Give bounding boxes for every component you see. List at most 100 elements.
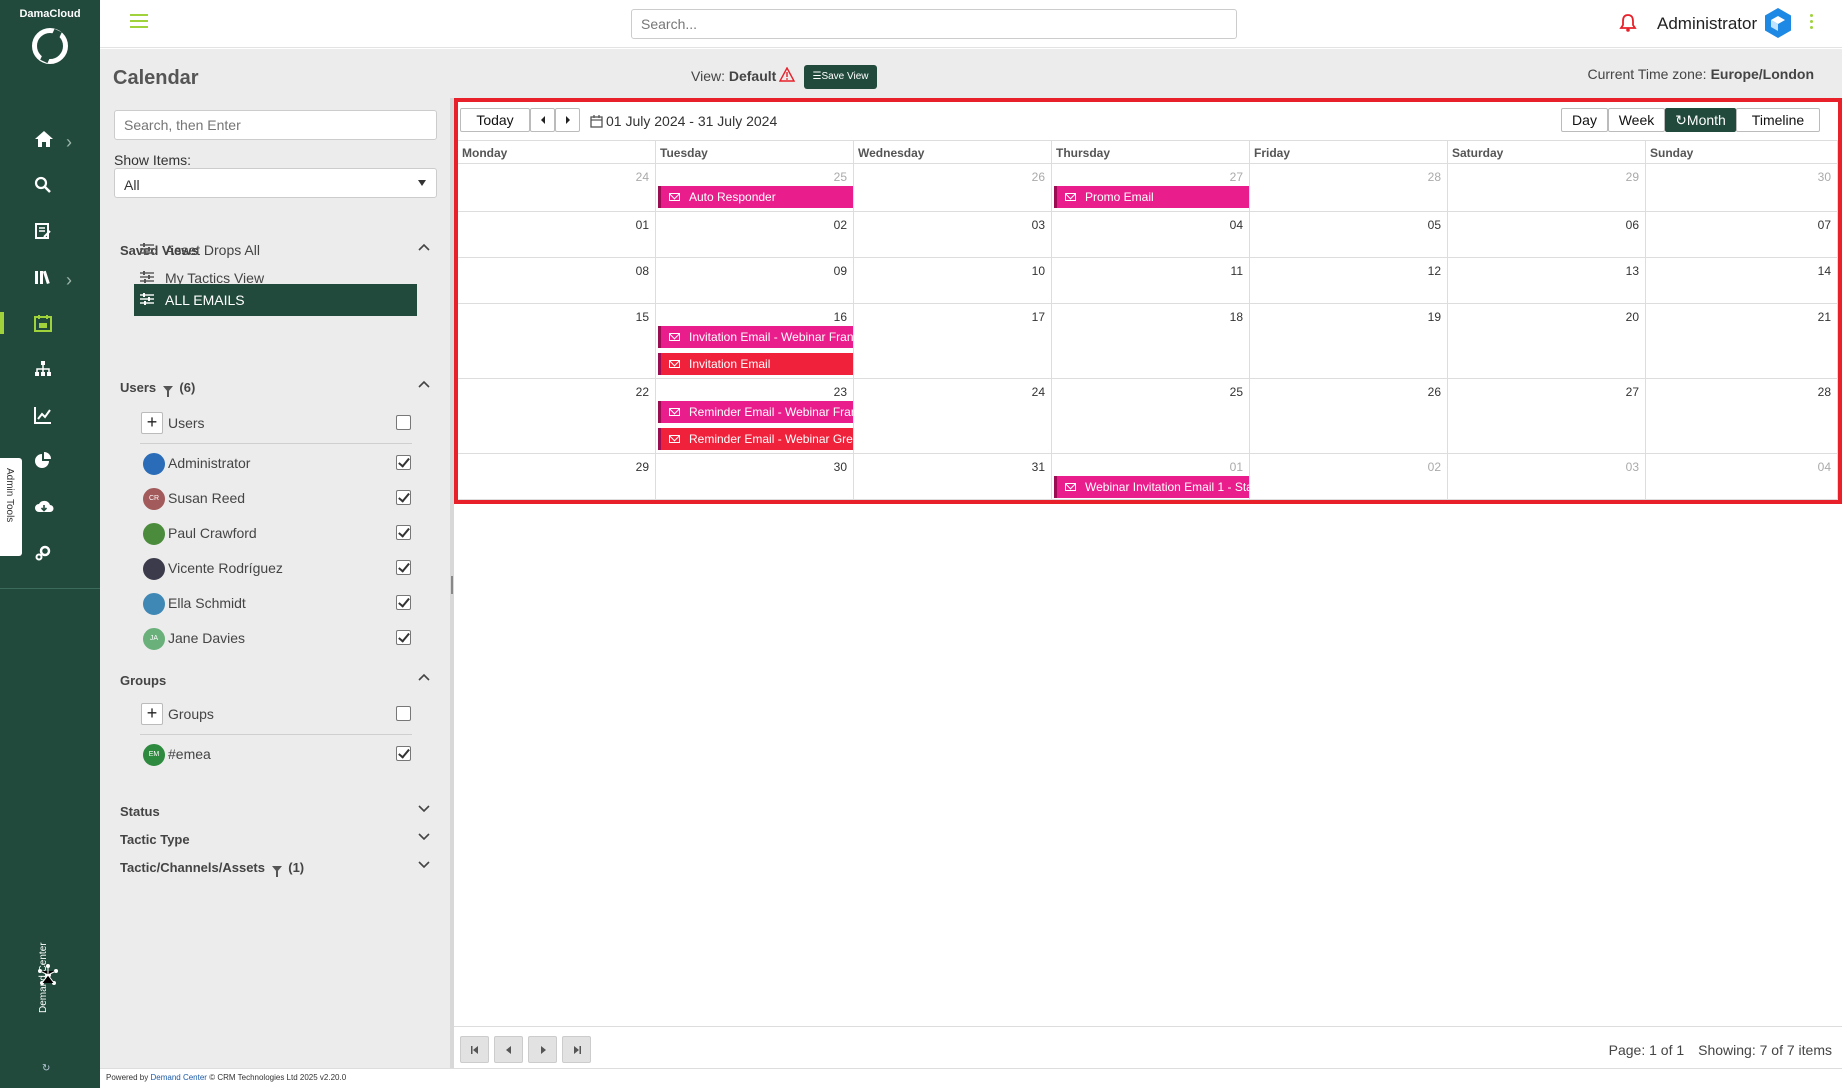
day-number[interactable]: 26: [1032, 170, 1045, 184]
day-number[interactable]: 20: [1626, 310, 1639, 324]
day-cell[interactable]: 20: [1448, 304, 1646, 379]
nav-home[interactable]: ›: [0, 120, 100, 160]
tactic-channels-heading[interactable]: Tactic/Channels/Assets (1): [120, 860, 304, 877]
day-cell[interactable]: 30: [656, 454, 854, 500]
member-checkbox[interactable]: [396, 455, 411, 470]
calendar-event[interactable]: Auto Responder: [658, 186, 853, 208]
day-number[interactable]: 24: [1032, 385, 1045, 399]
day-number[interactable]: 25: [1230, 385, 1243, 399]
date-range[interactable]: 01 July 2024 - 31 July 2024: [590, 113, 777, 129]
day-number[interactable]: 02: [834, 218, 847, 232]
day-cell[interactable]: 24: [854, 379, 1052, 454]
day-cell[interactable]: 25: [1052, 379, 1250, 454]
day-number[interactable]: 21: [1818, 310, 1831, 324]
day-number[interactable]: 01: [636, 218, 649, 232]
view-day-button[interactable]: Day: [1561, 108, 1608, 132]
day-number[interactable]: 07: [1818, 218, 1831, 232]
day-number[interactable]: 18: [1230, 310, 1243, 324]
calendar-event[interactable]: Webinar Invitation Email 1 - Stage: [1054, 476, 1249, 498]
day-number[interactable]: 11: [1231, 264, 1243, 278]
day-number[interactable]: 04: [1230, 218, 1243, 232]
member-row[interactable]: EM #emea: [140, 739, 412, 771]
day-number[interactable]: 30: [1818, 170, 1831, 184]
global-search-input[interactable]: [631, 9, 1237, 39]
groups-select-all-checkbox[interactable]: [396, 706, 411, 721]
day-number[interactable]: 26: [1428, 385, 1441, 399]
day-cell[interactable]: 09: [656, 258, 854, 304]
day-cell[interactable]: 12: [1250, 258, 1448, 304]
user-name[interactable]: Administrator: [1657, 14, 1757, 34]
calendar-event[interactable]: Invitation Email - Webinar France: [658, 326, 853, 348]
chevron-down-icon[interactable]: [418, 859, 430, 871]
day-number[interactable]: 24: [636, 170, 649, 184]
chevron-up-icon[interactable]: [418, 671, 430, 683]
member-row[interactable]: Administrator: [140, 448, 412, 480]
users-select-all-checkbox[interactable]: [396, 415, 411, 430]
day-number[interactable]: 03: [1626, 460, 1639, 474]
day-number[interactable]: 23: [834, 385, 847, 399]
nav-org[interactable]: [0, 350, 100, 390]
day-number[interactable]: 09: [834, 264, 847, 278]
day-cell[interactable]: 01: [458, 212, 656, 258]
chevron-up-icon[interactable]: [418, 378, 430, 390]
day-cell[interactable]: 05: [1250, 212, 1448, 258]
day-cell[interactable]: 28: [1646, 379, 1838, 454]
day-number[interactable]: 27: [1626, 385, 1639, 399]
refresh-icon[interactable]: ↻: [42, 1063, 50, 1074]
day-number[interactable]: 31: [1032, 460, 1045, 474]
day-number[interactable]: 08: [636, 264, 649, 278]
view-week-button[interactable]: Week: [1608, 108, 1665, 132]
day-number[interactable]: 13: [1626, 264, 1639, 278]
hamburger-menu-icon[interactable]: [130, 14, 148, 30]
day-cell[interactable]: 30: [1646, 164, 1838, 212]
groups-heading[interactable]: Groups: [120, 673, 166, 688]
member-row[interactable]: Paul Crawford: [140, 518, 412, 550]
view-month-button[interactable]: ↻Month: [1665, 108, 1736, 132]
member-row[interactable]: Vicente Rodríguez: [140, 553, 412, 585]
member-checkbox[interactable]: [396, 525, 411, 540]
view-timeline-button[interactable]: Timeline: [1736, 108, 1820, 132]
user-avatar[interactable]: [1762, 7, 1794, 39]
day-cell[interactable]: 08: [458, 258, 656, 304]
day-number[interactable]: 01: [1230, 460, 1243, 474]
day-cell[interactable]: 21: [1646, 304, 1838, 379]
day-cell[interactable]: 03: [854, 212, 1052, 258]
next-period-button[interactable]: [555, 108, 580, 132]
day-cell[interactable]: 27: [1448, 379, 1646, 454]
day-number[interactable]: 03: [1032, 218, 1045, 232]
day-cell[interactable]: 02: [656, 212, 854, 258]
nav-analytics[interactable]: [0, 396, 100, 436]
prev-period-button[interactable]: [530, 108, 555, 132]
day-cell[interactable]: 29: [1448, 164, 1646, 212]
calendar-event[interactable]: Reminder Email - Webinar Greece: [658, 428, 853, 450]
day-cell[interactable]: 06: [1448, 212, 1646, 258]
chevron-up-icon[interactable]: [418, 241, 430, 253]
day-cell[interactable]: 29: [458, 454, 656, 500]
day-cell[interactable]: 04: [1646, 454, 1838, 500]
day-number[interactable]: 28: [1818, 385, 1831, 399]
calendar-event[interactable]: Reminder Email - Webinar France: [658, 401, 853, 423]
saved-view-item[interactable]: ALL EMAILS: [134, 284, 417, 316]
day-cell[interactable]: 17: [854, 304, 1052, 379]
first-page-button[interactable]: [460, 1036, 489, 1063]
users-heading[interactable]: Users (6): [120, 380, 195, 397]
chevron-down-icon[interactable]: [418, 831, 430, 843]
footer-link[interactable]: Demand Center: [150, 1073, 206, 1082]
calendar-event[interactable]: Invitation Email: [658, 353, 853, 375]
nav-calendar[interactable]: [0, 304, 100, 344]
save-view-button[interactable]: ☰Save View: [804, 65, 877, 89]
day-cell[interactable]: 13: [1448, 258, 1646, 304]
next-page-button[interactable]: [528, 1036, 557, 1063]
add-user-button[interactable]: +: [141, 412, 163, 434]
day-cell[interactable]: 24: [458, 164, 656, 212]
member-row[interactable]: JA Jane Davies: [140, 623, 412, 655]
day-cell[interactable]: 07: [1646, 212, 1838, 258]
day-cell[interactable]: 14: [1646, 258, 1838, 304]
more-options-icon[interactable]: [1810, 14, 1814, 32]
filter-search-input[interactable]: [114, 110, 437, 140]
day-cell[interactable]: 15: [458, 304, 656, 379]
day-number[interactable]: 25: [834, 170, 847, 184]
day-number[interactable]: 15: [636, 310, 649, 324]
day-number[interactable]: 05: [1428, 218, 1441, 232]
day-number[interactable]: 30: [834, 460, 847, 474]
